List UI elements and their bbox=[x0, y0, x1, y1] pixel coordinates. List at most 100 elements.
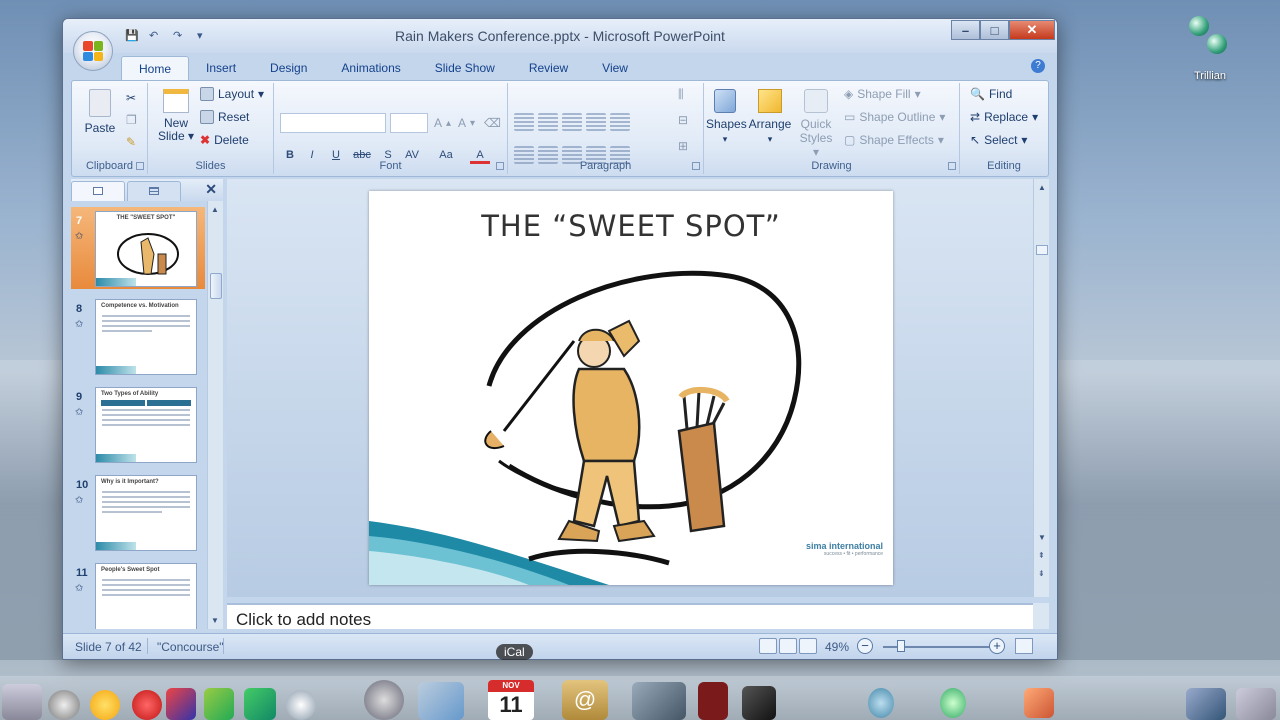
tab-review[interactable]: Review bbox=[512, 56, 585, 80]
scroll-up-icon[interactable]: ▲ bbox=[211, 205, 219, 214]
slide-thumbnail[interactable]: 7 ✩ THE "SWEET SPOT" bbox=[71, 207, 205, 289]
thumbnail-wave bbox=[96, 454, 136, 462]
quick-styles-button[interactable]: Quick Styles ▾ bbox=[796, 89, 836, 159]
slide-scrollbar[interactable]: ▲ ▼ ⇞ ⇟ bbox=[1033, 179, 1049, 597]
shape-fill-button[interactable]: ◈ Shape Fill ▾ bbox=[844, 87, 921, 101]
text-direction-icon[interactable]: ⫼ bbox=[678, 87, 684, 102]
scroll-down-icon[interactable]: ▼ bbox=[211, 616, 219, 625]
tab-insert[interactable]: Insert bbox=[189, 56, 253, 80]
increase-indent-icon[interactable] bbox=[586, 113, 606, 131]
app-dock-icon[interactable] bbox=[742, 686, 776, 720]
clipboard-launcher-icon[interactable] bbox=[136, 162, 144, 170]
shape-outline-button[interactable]: ▭ Shape Outline ▾ bbox=[844, 110, 945, 124]
outline-tab[interactable] bbox=[127, 181, 181, 201]
trash-dock-icon[interactable] bbox=[1236, 688, 1276, 720]
current-slide[interactable]: THE “SWEET SPOT” sima international succ… bbox=[369, 191, 893, 585]
app-dock-icon[interactable] bbox=[698, 682, 728, 720]
zoom-out-icon[interactable]: − bbox=[857, 638, 873, 654]
notes-placeholder[interactable]: Click to add notes bbox=[236, 610, 371, 630]
find-button[interactable]: 🔍 Find bbox=[970, 87, 1012, 101]
slide-thumbnail[interactable]: 8 ✩ Competence vs. Motivation bbox=[71, 295, 205, 377]
trillian-desktop-icon[interactable]: Trillian bbox=[1182, 14, 1238, 82]
app-dock-icon[interactable] bbox=[940, 688, 966, 718]
clear-formatting-icon[interactable]: ⌫ bbox=[484, 116, 501, 130]
dashboard-dock-icon[interactable] bbox=[48, 690, 80, 720]
delete-button[interactable]: ✖ Delete bbox=[200, 133, 249, 147]
tab-animations[interactable]: Animations bbox=[324, 56, 417, 80]
opera-dock-icon[interactable] bbox=[132, 690, 162, 720]
slide-show-view-icon[interactable] bbox=[799, 638, 817, 654]
copy-icon[interactable]: ❐ bbox=[126, 113, 137, 127]
close-pane-icon[interactable]: ✕ bbox=[205, 181, 217, 198]
notes-scrollbar[interactable] bbox=[1033, 603, 1049, 629]
shrink-font-icon[interactable]: A ▾ bbox=[458, 116, 475, 130]
scroll-thumb[interactable] bbox=[210, 273, 222, 299]
app-dock-icon[interactable] bbox=[204, 688, 234, 720]
bullets-icon[interactable] bbox=[514, 113, 534, 131]
slides-tab[interactable] bbox=[71, 181, 125, 201]
paste-button[interactable]: Paste bbox=[80, 89, 120, 135]
notes-pane[interactable]: Click to add notes bbox=[227, 603, 1033, 629]
zoom-level[interactable]: 49% bbox=[825, 640, 849, 654]
reset-button[interactable]: Reset bbox=[200, 110, 249, 124]
chrome-dock-icon[interactable] bbox=[90, 690, 120, 720]
smartart-icon[interactable]: ⊞ bbox=[678, 139, 688, 153]
align-text-icon[interactable]: ⊟ bbox=[678, 113, 688, 127]
maximize-button[interactable]: □ bbox=[980, 20, 1009, 40]
font-name-field[interactable] bbox=[280, 113, 386, 133]
zoom-in-icon[interactable]: + bbox=[989, 638, 1005, 654]
grow-font-icon[interactable]: A ▴ bbox=[434, 116, 451, 130]
font-size-field[interactable] bbox=[390, 113, 428, 133]
tab-slide-show[interactable]: Slide Show bbox=[418, 56, 512, 80]
previous-slide-icon[interactable]: ⇞ bbox=[1038, 551, 1045, 560]
minimize-button[interactable]: – bbox=[951, 20, 980, 40]
iphoto-dock-icon[interactable] bbox=[632, 682, 686, 720]
format-painter-icon[interactable]: ✎ bbox=[126, 135, 136, 149]
drawing-launcher-icon[interactable] bbox=[948, 162, 956, 170]
app-dock-icon[interactable] bbox=[1024, 688, 1054, 718]
next-slide-icon[interactable]: ⇟ bbox=[1038, 569, 1045, 578]
slide-sorter-view-icon[interactable] bbox=[779, 638, 797, 654]
close-button[interactable]: ✕ bbox=[1009, 20, 1055, 40]
tab-design[interactable]: Design bbox=[253, 56, 324, 80]
scroll-up-icon[interactable]: ▲ bbox=[1038, 183, 1046, 192]
help-icon[interactable]: ? bbox=[1031, 59, 1045, 73]
office-button[interactable] bbox=[73, 31, 113, 71]
scroll-down-icon[interactable]: ▼ bbox=[1038, 533, 1046, 542]
zoom-slider-knob[interactable] bbox=[897, 640, 905, 652]
layout-button[interactable]: Layout ▾ bbox=[200, 87, 264, 101]
fit-to-window-icon[interactable] bbox=[1015, 638, 1033, 654]
slide-thumbnail[interactable]: 9 ✩ Two Types of Ability bbox=[71, 383, 205, 465]
finder-dock-icon[interactable] bbox=[2, 684, 42, 720]
thumbnails-scrollbar[interactable]: ▲ ▼ bbox=[207, 201, 223, 629]
ical-dock-icon[interactable]: NOV 11 bbox=[488, 680, 534, 720]
new-slide-button[interactable]: New Slide ▾ bbox=[154, 89, 198, 143]
downloads-dock-icon[interactable] bbox=[1186, 688, 1226, 720]
paragraph-launcher-icon[interactable] bbox=[692, 162, 700, 170]
status-bar: Slide 7 of 42 "Concourse" 49% − + bbox=[63, 633, 1057, 659]
replace-button[interactable]: ⇄ Replace ▾ bbox=[970, 110, 1038, 124]
decrease-indent-icon[interactable] bbox=[562, 113, 582, 131]
cut-icon[interactable]: ✂ bbox=[126, 91, 136, 105]
shape-effects-button[interactable]: ▢ Shape Effects ▾ bbox=[844, 133, 944, 147]
scroll-thumb[interactable] bbox=[1036, 245, 1048, 255]
normal-view-icon[interactable] bbox=[759, 638, 777, 654]
app-dock-icon[interactable] bbox=[166, 688, 196, 720]
numbering-icon[interactable] bbox=[538, 113, 558, 131]
mail-dock-icon[interactable] bbox=[418, 682, 464, 720]
arrange-button[interactable]: Arrange ▾ bbox=[748, 89, 792, 145]
slide-thumbnail[interactable]: 11 ✩ People's Sweet Spot bbox=[71, 559, 205, 629]
line-spacing-icon[interactable] bbox=[610, 113, 630, 131]
time-machine-dock-icon[interactable] bbox=[364, 680, 404, 720]
shapes-button[interactable]: Shapes ▾ bbox=[706, 89, 747, 145]
excel-dock-icon[interactable] bbox=[244, 688, 276, 720]
golfer-clipart-image[interactable] bbox=[369, 191, 893, 585]
slide-thumbnail[interactable]: 10 ✩ Why is it Important? bbox=[71, 471, 205, 553]
select-button[interactable]: ↖ Select ▾ bbox=[970, 133, 1027, 147]
app-dock-icon[interactable] bbox=[868, 688, 894, 718]
address-book-dock-icon[interactable]: @ bbox=[562, 680, 608, 720]
font-launcher-icon[interactable] bbox=[496, 162, 504, 170]
tab-view[interactable]: View bbox=[585, 56, 645, 80]
app-dock-icon[interactable] bbox=[286, 690, 316, 720]
tab-home[interactable]: Home bbox=[121, 56, 190, 80]
